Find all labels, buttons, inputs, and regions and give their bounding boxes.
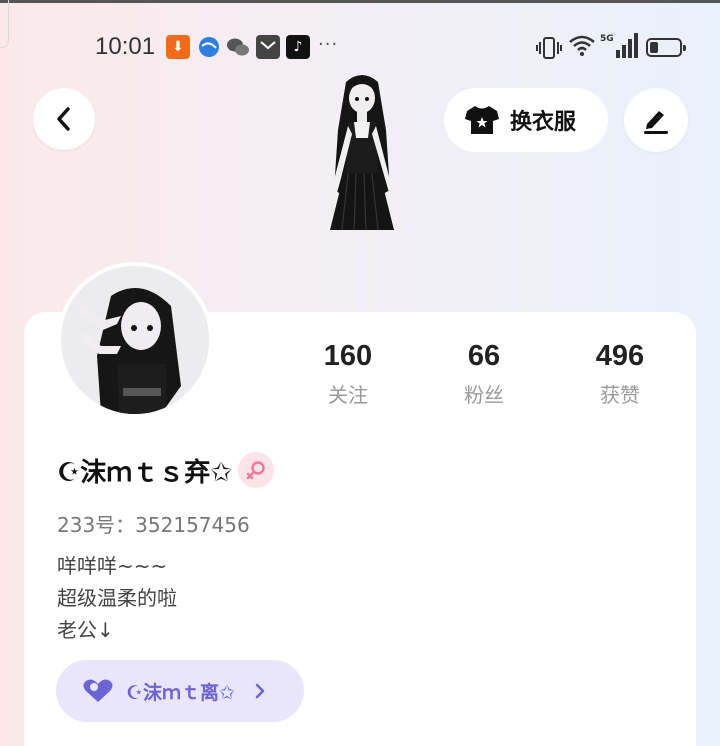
back-button[interactable] [33,88,95,150]
stat-followers[interactable]: 66 粉丝 [429,340,539,408]
tiktok-icon: ♪ [286,35,310,59]
user-id: 233号：352157456 [57,513,250,537]
female-icon [238,452,274,488]
edit-profile-button[interactable] [624,88,688,152]
avatar[interactable] [57,262,213,418]
change-outfit-label: 换衣服 [510,110,577,135]
stat-following[interactable]: 160 关注 [293,340,403,408]
chevron-right-icon [255,683,265,699]
signal-icon: 5G [600,32,638,64]
wifi-icon [568,34,596,62]
pen-icon [644,111,668,134]
download-icon: ⬇ [166,35,190,59]
bio-line: 咩咩咩~~~ [57,554,168,578]
screen-top-edge [0,0,720,3]
bio-line: 老公↓ [57,618,114,642]
character-model-image [322,75,404,310]
browser-icon [197,35,221,59]
network-type-label: 5G [600,34,614,44]
following-label: 关注 [328,383,368,407]
likes-label: 获赞 [600,383,640,407]
likes-count: 496 [595,340,645,372]
nickname: ☪沫ｍｔｓ弃✩ [57,458,233,488]
status-time: 10:01 [95,33,156,60]
avatar-image [61,266,209,414]
mail-app-icon [256,35,280,59]
partner-name: ☪沫ｍｔ离✩ [126,681,235,704]
more-notifications-icon: ··· [318,34,339,55]
chevron-left-icon [57,107,70,131]
wechat-icon [226,35,250,59]
followers-label: 粉丝 [464,383,504,407]
status-bar: 10:01 ⬇ ♪ ··· 5G [0,30,720,62]
battery-icon [646,38,686,57]
shirt-icon [465,106,499,134]
partner-link-button[interactable]: ☪沫ｍｔ离✩ [56,660,304,722]
followers-count: 66 [467,340,501,372]
heart-moon-icon [83,679,113,702]
stat-likes[interactable]: 496 获赞 [565,340,675,408]
bio: 咩咩咩~~~ 超级温柔的啦 老公↓ [57,550,177,646]
bio-line: 超级温柔的啦 [57,586,177,610]
change-outfit-button[interactable]: 换衣服 [444,88,608,152]
following-count: 160 [323,340,373,372]
vibrate-icon [536,36,562,64]
